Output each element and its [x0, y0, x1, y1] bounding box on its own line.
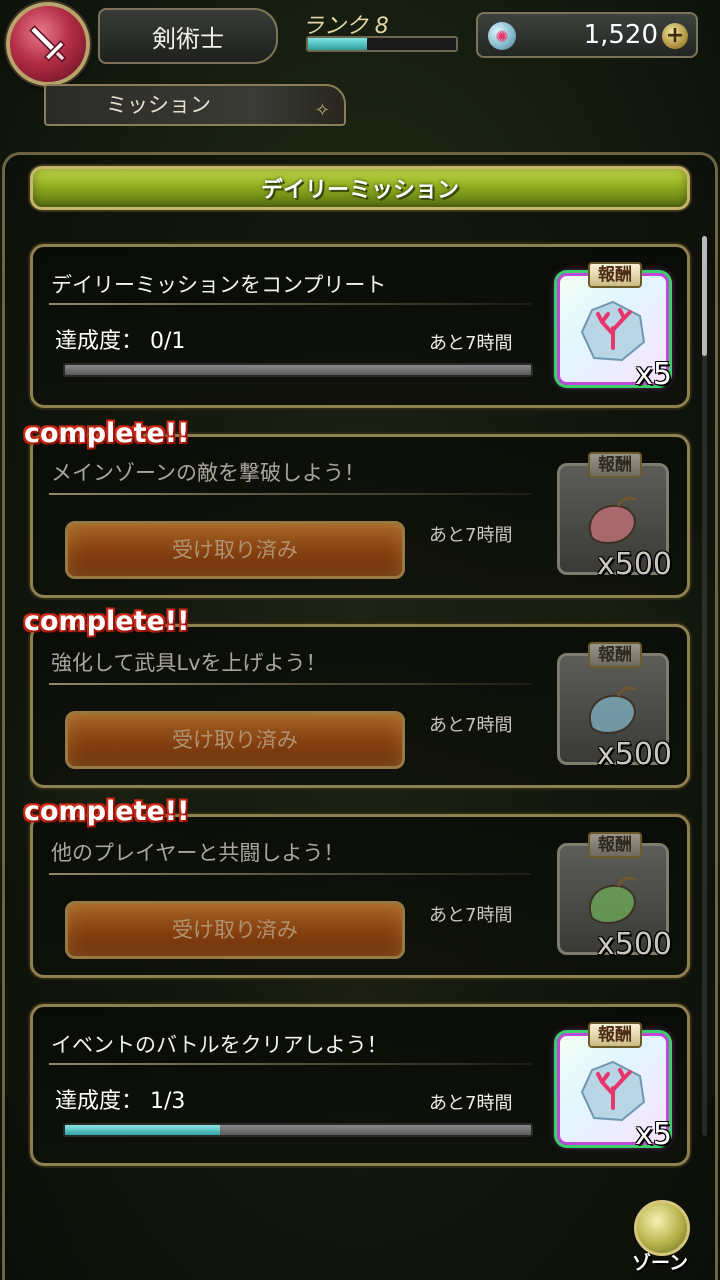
daily-mission-header: デイリーミッション	[30, 166, 690, 210]
reward-tag: 報酬	[588, 262, 642, 288]
mission-title: イベントのバトルをクリアしよう！	[51, 1033, 388, 1057]
mission-title: 他のプレイヤーと共闘しよう！	[51, 841, 345, 865]
scrollbar-thumb[interactable]	[702, 236, 707, 356]
mission-card: 他のプレイヤーと共闘しよう！ あと7時間 受け取り済み 報酬 x500	[30, 814, 690, 978]
sword-icon	[29, 25, 67, 63]
time-left: あと7時間	[429, 1093, 513, 1114]
reward-slot[interactable]: 報酬 x500	[557, 452, 672, 582]
rank-progress-fill	[308, 38, 368, 50]
progress-bar	[63, 363, 533, 377]
progress-label-text: 達成度：	[55, 1089, 144, 1114]
reward-tag: 報酬	[588, 1022, 642, 1048]
mission-tab-label: ミッション	[106, 93, 211, 117]
divider	[49, 873, 531, 875]
job-emblem-button[interactable]	[6, 2, 90, 86]
progress-value: 1/3	[150, 1089, 186, 1114]
coral-gem-icon	[578, 298, 648, 364]
complete-tag: complete!!	[24, 606, 190, 637]
divider	[49, 683, 531, 685]
mission-title: デイリーミッションをコンプリート	[51, 273, 387, 297]
time-left: あと7時間	[429, 525, 513, 546]
reward-slot[interactable]: 報酬 x500	[557, 832, 672, 962]
mission-title: 強化して武具Lvを上げよう！	[51, 651, 327, 675]
mission-card: イベントのバトルをクリアしよう！ 達成度： 1/3 あと7時間 報酬 x5	[30, 1004, 690, 1166]
blue-pouch-icon	[578, 678, 648, 744]
scrollbar[interactable]	[702, 236, 707, 1136]
mission-card: 強化して武具Lvを上げよう！ あと7時間 受け取り済み 報酬 x500	[30, 624, 690, 788]
divider	[49, 493, 531, 495]
time-left: あと7時間	[429, 715, 513, 736]
rank-progress-bar	[306, 36, 458, 52]
reward-tag: 報酬	[588, 642, 642, 668]
reward-quantity: x500	[596, 737, 672, 772]
reward-slot[interactable]: 報酬 x5	[557, 1022, 672, 1152]
mission-title: メインゾーンの敵を撃破しよう！	[51, 461, 365, 485]
time-left: あと7時間	[429, 905, 513, 926]
reward-quantity: x500	[596, 547, 672, 582]
progress-fill	[65, 1125, 221, 1135]
divider	[49, 303, 531, 305]
gem-counter: ✺ 1,520 +	[476, 12, 698, 58]
reward-quantity: x5	[635, 1117, 672, 1152]
progress-value: 0/1	[150, 329, 186, 354]
top-bar: 剣術士 ランク 8 ✺ 1,520 +	[0, 0, 720, 86]
zone-button[interactable]: ゾーン	[626, 1200, 702, 1276]
reward-tag: 報酬	[588, 452, 642, 478]
reward-quantity: x500	[596, 927, 672, 962]
coral-gem-icon: ✺	[488, 22, 516, 50]
claimed-button[interactable]: 受け取り済み	[65, 901, 405, 959]
add-gems-button[interactable]: +	[662, 23, 688, 49]
mission-tab[interactable]: ミッション ✧	[44, 84, 346, 126]
reward-tag: 報酬	[588, 832, 642, 858]
time-left: あと7時間	[429, 333, 513, 354]
green-pouch-icon	[578, 868, 648, 934]
coral-gem-icon	[578, 1058, 648, 1124]
mission-card: メインゾーンの敵を撃破しよう！ あと7時間 受け取り済み 報酬 x500	[30, 434, 690, 598]
gem-count: 1,520	[583, 20, 658, 50]
claimed-button[interactable]: 受け取り済み	[65, 711, 405, 769]
progress-label: 達成度： 1/3	[55, 1083, 185, 1115]
progress-label-text: 達成度：	[55, 329, 144, 354]
mission-card: デイリーミッションをコンプリート 達成度： 0/1 あと7時間 報酬 x5	[30, 244, 690, 408]
progress-label: 達成度： 0/1	[55, 323, 185, 355]
complete-tag: complete!!	[24, 418, 190, 449]
complete-tag: complete!!	[24, 796, 190, 827]
job-name: 剣術士	[98, 8, 278, 64]
zone-label: ゾーン	[632, 1252, 689, 1274]
progress-bar	[63, 1123, 533, 1137]
red-pouch-icon	[578, 488, 648, 554]
divider	[49, 1063, 531, 1065]
reward-slot[interactable]: 報酬 x500	[557, 642, 672, 772]
reward-slot[interactable]: 報酬 x5	[557, 262, 672, 392]
ornament-icon: ✧	[314, 100, 330, 121]
claimed-button[interactable]: 受け取り済み	[65, 521, 405, 579]
reward-quantity: x5	[635, 357, 672, 392]
